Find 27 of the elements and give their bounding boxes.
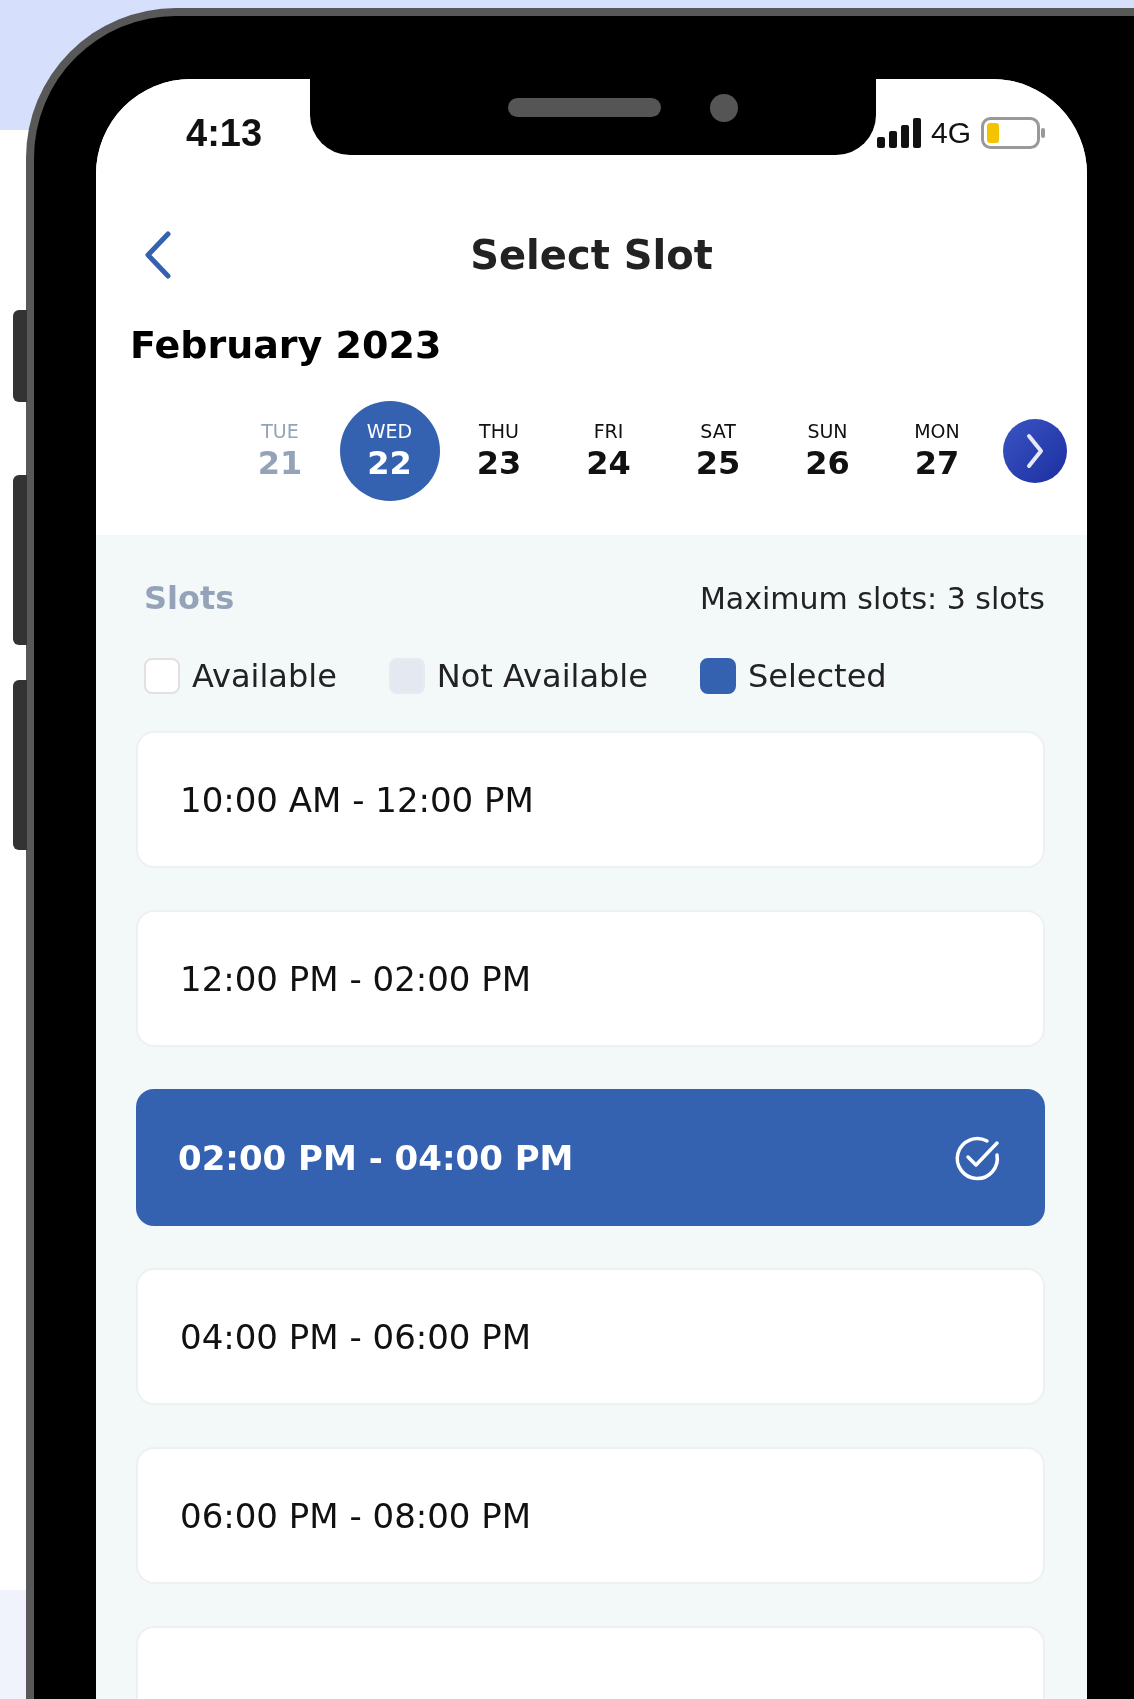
month-title: February 2023 — [130, 323, 443, 367]
legend-swatch — [699, 658, 736, 694]
legend-label: Available — [192, 657, 337, 695]
date-chip[interactable]: MON 27 — [887, 401, 987, 501]
time-slot[interactable]: 02:00 PM - 04:00 PM — [136, 1089, 1045, 1226]
legend-label: Not Available — [436, 657, 648, 695]
date-chip[interactable]: FRI 24 — [558, 401, 659, 501]
legend-swatch — [144, 658, 180, 694]
back-chevron-icon — [143, 230, 173, 280]
status-time: 4:13 — [186, 111, 263, 155]
network-label: 4G — [930, 116, 971, 150]
slot-limit-text: Maximum slots: 3 slots — [699, 580, 1045, 616]
battery-icon — [981, 117, 1045, 149]
chevron-right-icon — [1024, 433, 1045, 469]
time-slot[interactable]: 12:00 PM - 02:00 PM — [136, 910, 1045, 1047]
section-title: Slots — [144, 579, 235, 617]
page-title: Select Slot — [470, 232, 713, 278]
date-chip[interactable]: SAT 25 — [668, 401, 768, 501]
time-slot[interactable]: 04:00 PM - 06:00 PM — [136, 1268, 1045, 1405]
camera-dot — [710, 94, 738, 122]
date-chip[interactable]: THU 23 — [449, 401, 549, 501]
legend-label: Selected — [747, 657, 887, 695]
time-slot[interactable]: 06:00 PM - 08:00 PM — [136, 1447, 1045, 1584]
date-chip[interactable]: SUN 26 — [777, 401, 878, 501]
date-chip[interactable]: WED 22 — [339, 401, 440, 501]
time-slot[interactable]: 10:00 AM - 12:00 PM — [136, 731, 1045, 868]
signal-icon — [876, 118, 921, 148]
